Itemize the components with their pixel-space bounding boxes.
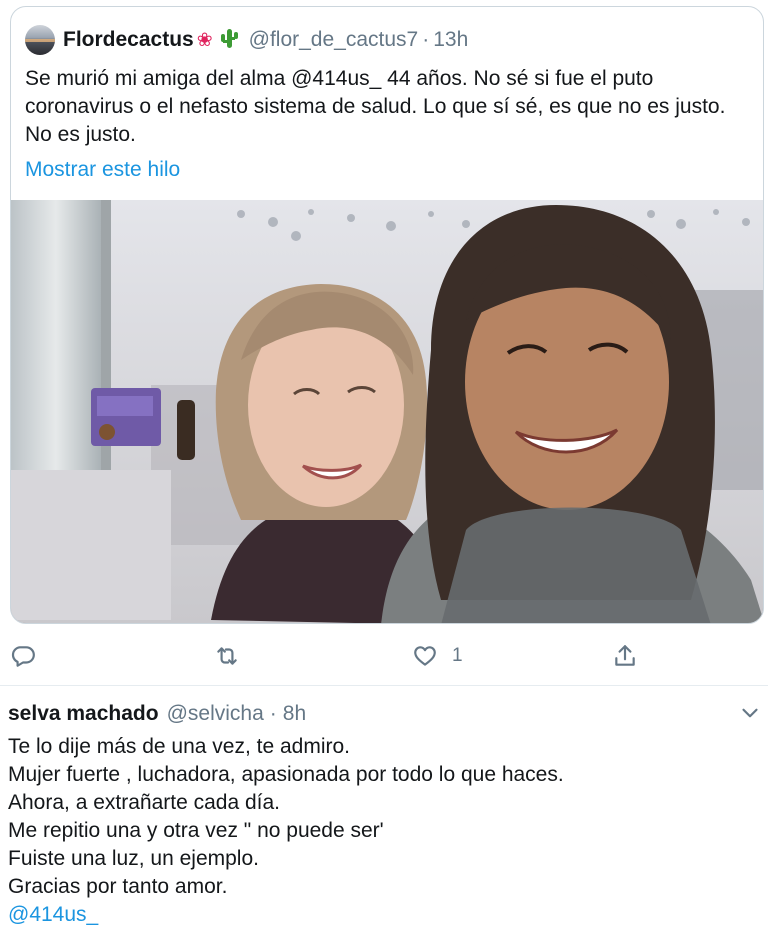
like-button[interactable]: 1 bbox=[412, 638, 463, 674]
flower-emoji-icon: ❀ bbox=[196, 29, 213, 51]
retweet-icon bbox=[217, 647, 237, 665]
separator-dot: · bbox=[422, 28, 430, 51]
tweet-action-bar: 1 bbox=[0, 638, 768, 674]
like-count: 1 bbox=[452, 645, 463, 666]
reply-line: Te lo dije más de una vez, te admiro. bbox=[8, 735, 351, 758]
selfie-photo-icon bbox=[11, 200, 763, 623]
share-icon bbox=[615, 645, 635, 666]
mention-link[interactable]: @414us_ bbox=[8, 901, 758, 929]
reply-header: selva machado @selvicha · 8h bbox=[8, 701, 306, 727]
reply-line: Mujer fuerte , luchadora, apasionada por… bbox=[8, 763, 564, 786]
show-thread-link[interactable]: Mostrar este hilo bbox=[25, 158, 180, 182]
reply-icon bbox=[11, 646, 35, 667]
tweet-photo[interactable] bbox=[11, 200, 763, 623]
quoted-tweet-card[interactable]: Flordecactus ❀ @flor_de_cactus7 · 13h Se… bbox=[10, 6, 764, 624]
reply-author-handle[interactable]: @selvicha bbox=[167, 702, 264, 726]
reply-text: Te lo dije más de una vez, te admiro. Mu… bbox=[8, 733, 758, 929]
reply-line: Gracias por tanto amor. bbox=[8, 875, 228, 898]
like-icon bbox=[414, 646, 436, 666]
avatar[interactable] bbox=[25, 25, 55, 55]
retweet-button[interactable] bbox=[214, 638, 240, 674]
reply-line: Fuiste una luz, un ejemplo. bbox=[8, 847, 259, 870]
author-handle[interactable]: @flor_de_cactus7 bbox=[249, 28, 419, 52]
reply-author-name[interactable]: selva machado bbox=[8, 702, 159, 726]
author-name[interactable]: Flordecactus bbox=[63, 28, 194, 52]
chevron-down-icon bbox=[742, 708, 758, 718]
reply-button[interactable] bbox=[10, 638, 36, 674]
tweet-timestamp[interactable]: 13h bbox=[433, 28, 468, 52]
reply-timestamp[interactable]: 8h bbox=[283, 702, 306, 726]
cactus-emoji-icon bbox=[219, 27, 239, 53]
quoted-tweet-text: Se murió mi amiga del alma @414us_ 44 añ… bbox=[25, 67, 726, 146]
reply-line: Ahora, a extrañarte cada día. bbox=[8, 791, 281, 814]
separator-dot: · bbox=[269, 702, 277, 725]
quoted-tweet-header: Flordecactus ❀ @flor_de_cactus7 · 13h bbox=[25, 25, 468, 55]
divider bbox=[0, 685, 768, 686]
reply-line: Me repitio una y otra vez " no puede ser… bbox=[8, 819, 384, 842]
share-button[interactable] bbox=[612, 638, 638, 674]
reply-menu-button[interactable] bbox=[737, 700, 763, 726]
